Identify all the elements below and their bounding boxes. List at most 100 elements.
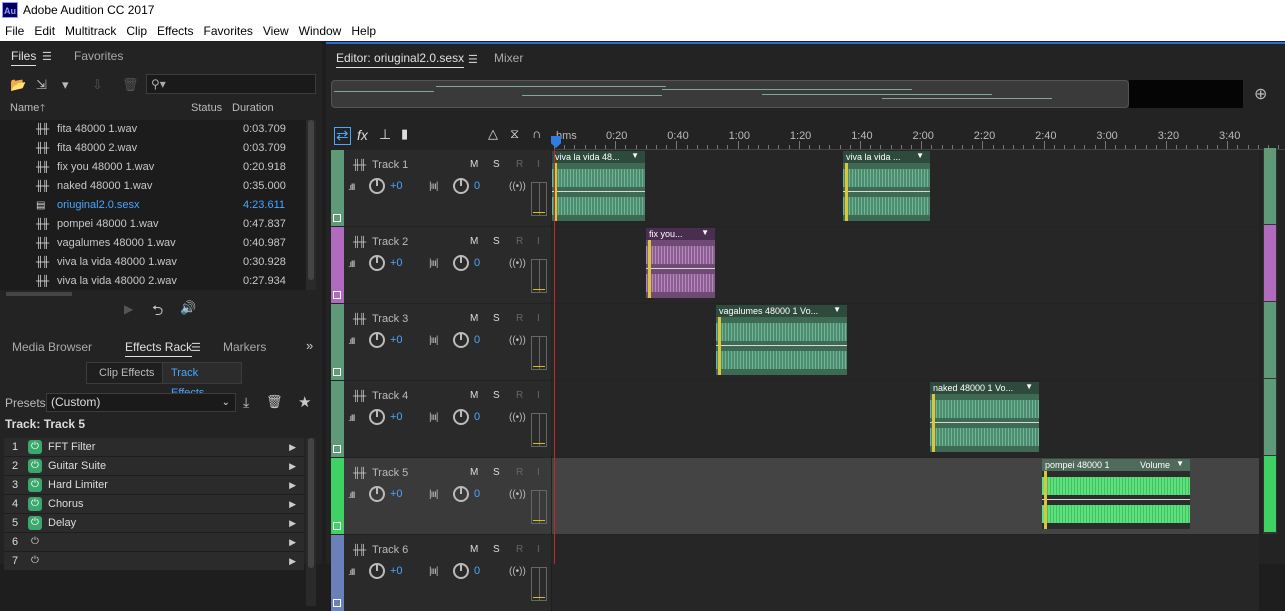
volume-knob[interactable] <box>369 332 385 348</box>
effect-slot[interactable]: 5 ⏻ Delay ▶ <box>4 514 304 533</box>
files-search-input[interactable]: ⚲▾ <box>146 74 316 94</box>
effect-slot[interactable]: 7 ⏻ ▶ <box>4 552 304 571</box>
pan-value[interactable]: 0 <box>474 488 480 500</box>
audio-clip[interactable]: viva la vida 48... ▼ <box>552 151 645 221</box>
volume-envelope-line[interactable] <box>552 191 645 192</box>
effect-slot[interactable]: 3 ⏻ Hard Limiter ▶ <box>4 476 304 495</box>
pan-value[interactable]: 0 <box>474 565 480 577</box>
chevron-right-icon[interactable]: ▶ <box>289 514 296 532</box>
track-name[interactable]: Track 3 <box>372 313 408 325</box>
pan-value[interactable]: 0 <box>474 180 480 192</box>
record-arm-button[interactable]: R <box>516 236 523 247</box>
fade-handle[interactable] <box>932 394 935 452</box>
solo-button[interactable]: S <box>493 236 500 247</box>
chevron-right-icon[interactable]: ▶ <box>289 533 296 551</box>
file-row[interactable]: ╫╫ fix you 48000 1.wav 0:20.918 <box>0 158 306 177</box>
files-scrollbar[interactable] <box>306 120 316 290</box>
track-select-box[interactable] <box>333 445 341 453</box>
mute-button[interactable]: M <box>470 390 478 401</box>
volume-value[interactable]: +0 <box>390 334 403 346</box>
trash-icon[interactable]: 🗑 <box>122 77 139 93</box>
track-5[interactable]: ╫╫ Track 5 M S R I .ıllI +0 |ııı| 0 ((•)) pompei 48… <box>331 458 1259 534</box>
tab-effects-rack[interactable]: Effects Rack <box>125 340 193 357</box>
file-row[interactable]: ╫╫ viva la vida 48000 2.wav 0:27.934 <box>0 272 306 291</box>
track-lane[interactable]: fix you... ▼ <box>552 227 1259 303</box>
play-icon[interactable]: ▶ <box>124 302 133 316</box>
volume-envelope-line[interactable] <box>1042 499 1190 500</box>
pan-value[interactable]: 0 <box>474 334 480 346</box>
record-arm-button[interactable]: R <box>516 467 523 478</box>
chevron-down-icon[interactable]: ▼ <box>701 228 709 237</box>
pan-value[interactable]: 0 <box>474 257 480 269</box>
file-row[interactable]: ╫╫ vagalumes 48000 1.wav 0:40.987 <box>0 234 306 253</box>
input-icon[interactable]: ((•)) <box>509 258 526 269</box>
panel-menu-icon[interactable]: ☰ <box>191 341 201 354</box>
track-color-strip[interactable] <box>331 150 344 226</box>
record-arm-button[interactable]: R <box>516 390 523 401</box>
track-lane[interactable]: naked 48000 1 Vo... ▼ <box>552 381 1259 457</box>
pan-value[interactable]: 0 <box>474 411 480 423</box>
power-icon[interactable]: ⏻ <box>28 440 42 454</box>
power-icon[interactable]: ⏻ <box>28 478 42 492</box>
files-hscroll-thumb[interactable] <box>6 292 72 296</box>
input-monitor-button[interactable]: I <box>537 236 540 247</box>
chevron-down-icon[interactable]: ▼ <box>631 151 639 160</box>
power-icon[interactable]: ⏻ <box>28 516 42 530</box>
clip-waveform[interactable] <box>646 240 715 298</box>
input-icon[interactable]: ((•)) <box>509 489 526 500</box>
pan-knob[interactable] <box>453 563 469 579</box>
column-status[interactable]: Status <box>191 102 222 114</box>
effects-scrollbar[interactable] <box>306 438 316 606</box>
effects-scroll-thumb[interactable] <box>308 438 314 568</box>
menu-effects[interactable]: Effects <box>152 21 198 41</box>
pan-knob[interactable] <box>453 332 469 348</box>
volume-knob[interactable] <box>369 178 385 194</box>
volume-value[interactable]: +0 <box>390 488 403 500</box>
input-monitor-button[interactable]: I <box>537 544 540 555</box>
track-name[interactable]: Track 4 <box>372 390 408 402</box>
volume-knob[interactable] <box>369 255 385 271</box>
volume-value[interactable]: +0 <box>390 565 403 577</box>
solo-button[interactable]: S <box>493 159 500 170</box>
tab-media-browser[interactable]: Media Browser <box>12 340 92 354</box>
effect-slot[interactable]: 2 ⏻ Guitar Suite ▶ <box>4 457 304 476</box>
mute-button[interactable]: M <box>470 236 478 247</box>
timeline-ruler[interactable]: hms 0:20 0:40 1:00 1:20 1:40 2:00 2:20 2:40 3:00 3… <box>554 126 1285 150</box>
audio-clip[interactable]: fix you... ▼ <box>646 228 715 298</box>
files-scroll-thumb[interactable] <box>308 120 314 280</box>
solo-button[interactable]: S <box>493 467 500 478</box>
clip-waveform[interactable] <box>843 163 930 221</box>
clip-title[interactable]: naked 48000 1 Vo... <box>930 382 1039 394</box>
menu-view[interactable]: View <box>258 21 294 41</box>
io-toggle-icon[interactable]: ⇄ <box>334 127 351 145</box>
track-color-strip[interactable] <box>331 304 344 380</box>
track-lane[interactable] <box>552 535 1259 611</box>
volume-value[interactable]: +0 <box>390 411 403 423</box>
track-select-box[interactable] <box>333 368 341 376</box>
input-icon[interactable]: ((•)) <box>509 335 526 346</box>
menu-help[interactable]: Help <box>346 21 381 41</box>
chevron-right-icon[interactable]: ▶ <box>289 495 296 513</box>
insert-icon[interactable]: ⇩ <box>92 77 103 93</box>
pan-knob[interactable] <box>453 178 469 194</box>
effect-slot[interactable]: 6 ⏻ ▶ <box>4 533 304 552</box>
file-row[interactable]: ╫╫ naked 48000 1.wav 0:35.000 <box>0 177 306 196</box>
headphones-icon[interactable]: ∩ <box>532 126 541 141</box>
volume-knob[interactable] <box>369 486 385 502</box>
clip-title[interactable]: vagalumes 48000 1 Vo... <box>716 305 847 317</box>
track-1[interactable]: ╫╫ Track 1 M S R I .ıllI +0 |ııı| 0 ((•)) viva la v… <box>331 150 1259 226</box>
menu-multitrack[interactable]: Multitrack <box>60 21 121 41</box>
pan-knob[interactable] <box>453 409 469 425</box>
input-icon[interactable]: ((•)) <box>509 412 526 423</box>
track-color-strip[interactable] <box>331 227 344 303</box>
session-overview[interactable] <box>331 80 1129 108</box>
volume-envelope-line[interactable] <box>646 268 715 269</box>
clip-waveform[interactable] <box>1042 471 1190 529</box>
vertical-track-scrollbar[interactable] <box>1263 148 1277 534</box>
metronome-icon[interactable]: △ <box>488 126 498 142</box>
audio-clip[interactable]: vagalumes 48000 1 Vo... ▼ <box>716 305 847 375</box>
input-monitor-button[interactable]: I <box>537 390 540 401</box>
track-color-strip[interactable] <box>331 458 344 534</box>
snap-icon[interactable]: ⧖ <box>510 126 519 142</box>
volume-envelope-line[interactable] <box>843 191 930 192</box>
